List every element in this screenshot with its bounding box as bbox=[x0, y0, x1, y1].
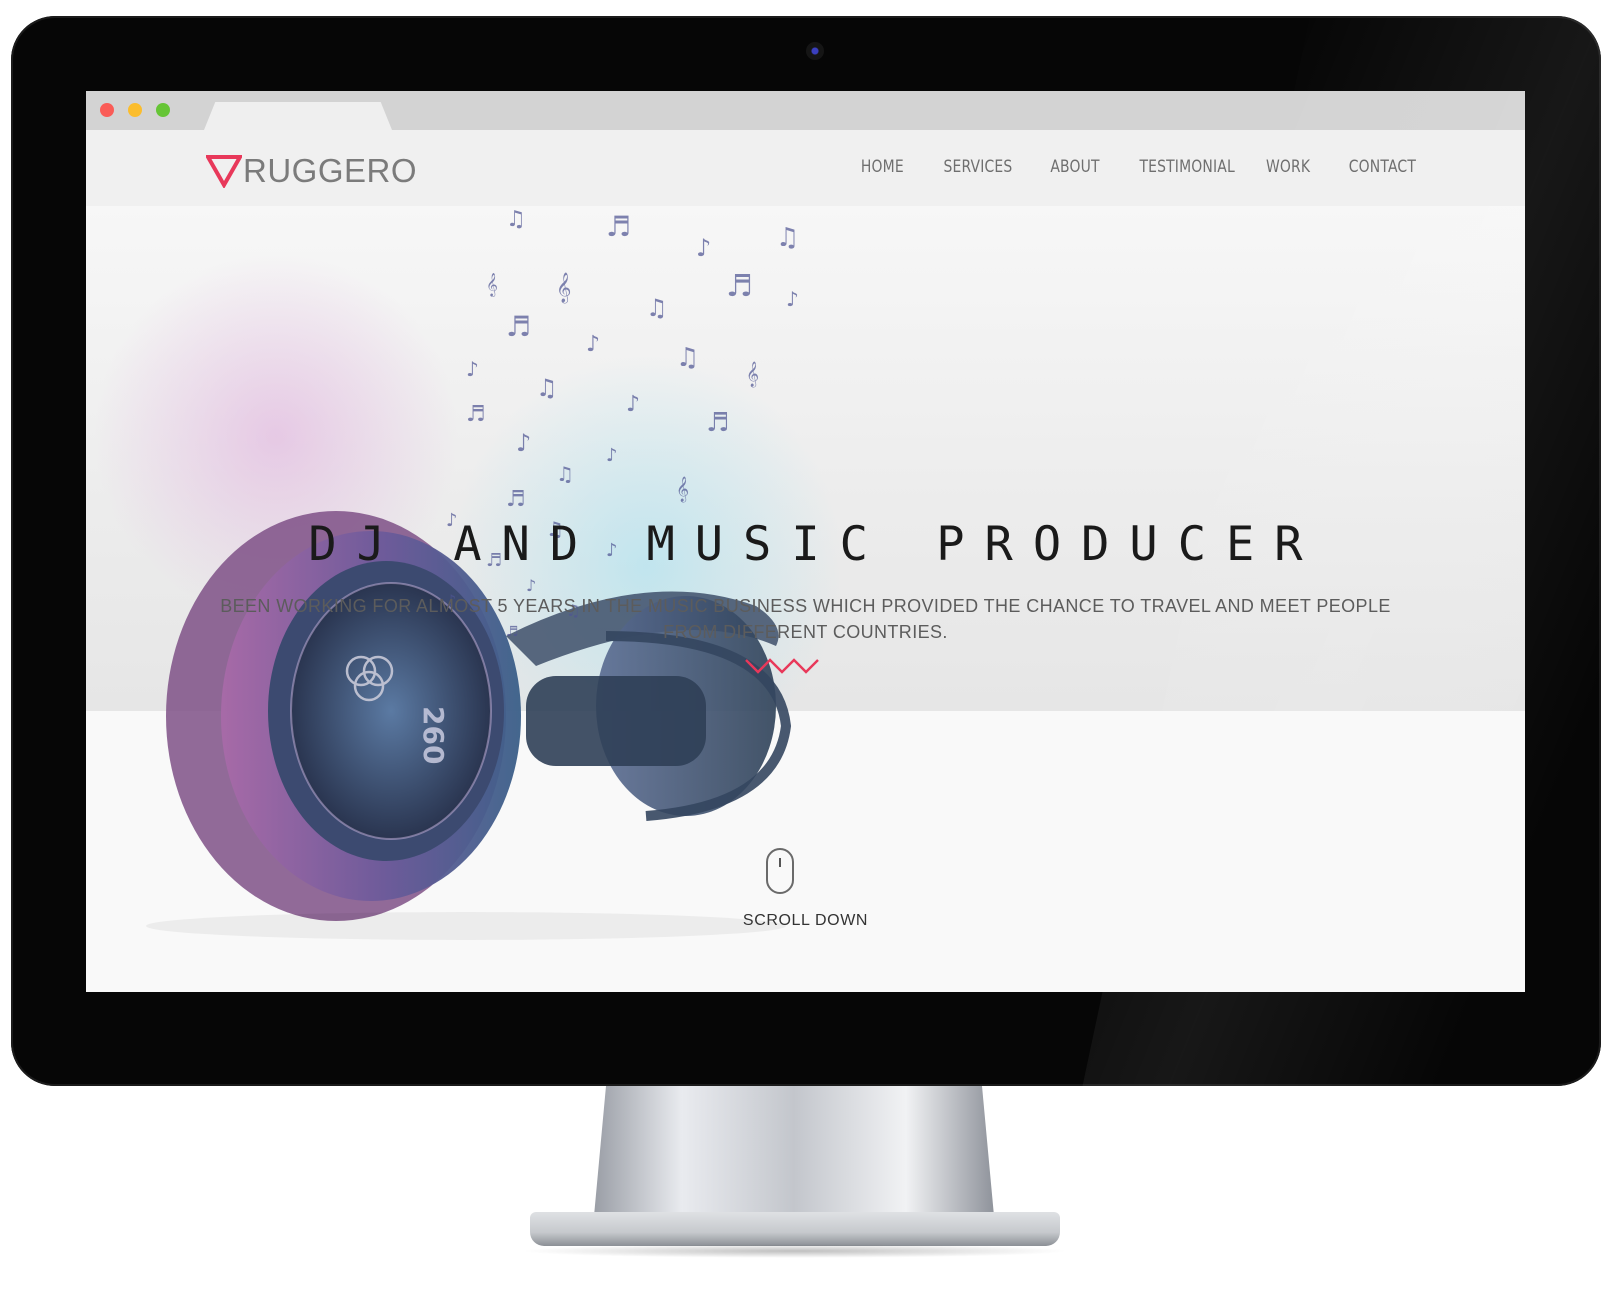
top-navbar: RUGGERO HOME SERVICES ABOUT TESTIMONIAL … bbox=[86, 130, 1525, 206]
svg-text:♫: ♫ bbox=[506, 207, 526, 232]
screen: 260 ♫ ♬ ♪ ♫ ♬ 𝄞 𝄞 ♫ ♪ ♬ ♪ ♫ 𝄞 ♪ ♫ ♪ ♬ ♬ … bbox=[86, 91, 1525, 992]
browser-chrome bbox=[86, 91, 1525, 130]
maximize-window-button[interactable] bbox=[156, 103, 170, 117]
svg-text:𝄞: 𝄞 bbox=[556, 272, 571, 304]
svg-text:♫: ♫ bbox=[556, 462, 574, 486]
monitor-stand bbox=[594, 1086, 994, 1216]
svg-text:♪: ♪ bbox=[466, 357, 479, 381]
zigzag-icon bbox=[745, 658, 819, 674]
nav-testimonial[interactable]: TESTIMONIAL bbox=[1139, 157, 1234, 177]
brand-logo[interactable]: RUGGERO bbox=[206, 152, 417, 190]
svg-text:𝄞: 𝄞 bbox=[486, 272, 498, 297]
svg-text:𝄞: 𝄞 bbox=[746, 361, 759, 387]
website: 260 ♫ ♬ ♪ ♫ ♬ 𝄞 𝄞 ♫ ♪ ♬ ♪ ♫ 𝄞 ♪ ♫ ♪ ♬ ♬ … bbox=[86, 130, 1525, 992]
svg-text:♬: ♬ bbox=[606, 210, 631, 243]
nav-contact[interactable]: CONTACT bbox=[1349, 157, 1416, 177]
nav-services[interactable]: SERVICES bbox=[943, 157, 1012, 177]
headphone-model-label: 260 bbox=[417, 706, 450, 764]
svg-text:♬: ♬ bbox=[506, 310, 531, 343]
svg-text:♪: ♪ bbox=[516, 429, 531, 457]
svg-text:♪: ♪ bbox=[786, 287, 799, 311]
svg-text:♬: ♬ bbox=[726, 269, 753, 304]
svg-text:♫: ♫ bbox=[676, 343, 699, 373]
nav-home[interactable]: HOME bbox=[861, 157, 904, 177]
brand-name: RUGGERO bbox=[243, 152, 418, 189]
monitor-bezel: 260 ♫ ♬ ♪ ♫ ♬ 𝄞 𝄞 ♫ ♪ ♬ ♪ ♫ 𝄞 ♪ ♫ ♪ ♬ ♬ … bbox=[11, 16, 1601, 1086]
close-window-button[interactable] bbox=[100, 103, 114, 117]
svg-text:♪: ♪ bbox=[586, 332, 600, 357]
browser-tab[interactable] bbox=[204, 102, 392, 130]
svg-text:♬: ♬ bbox=[506, 487, 526, 512]
svg-text:♬: ♬ bbox=[466, 402, 486, 427]
monitor-stand-base bbox=[530, 1212, 1060, 1246]
svg-text:♫: ♫ bbox=[776, 223, 799, 253]
triangle-down-logo-icon bbox=[206, 155, 242, 188]
nav-about[interactable]: ABOUT bbox=[1050, 157, 1099, 177]
svg-text:♪: ♪ bbox=[696, 234, 711, 262]
hero-subtitle: BEEN WORKING FOR ALMOST 5 YEARS IN THE M… bbox=[220, 596, 1391, 642]
stand-shadow bbox=[520, 1244, 1070, 1258]
mouse-icon[interactable] bbox=[766, 848, 794, 894]
svg-text:♪: ♪ bbox=[626, 392, 640, 417]
hero-title: DJ AND MUSIC PRODUCER bbox=[308, 517, 1323, 572]
svg-text:♪: ♪ bbox=[606, 445, 618, 466]
svg-text:♫: ♫ bbox=[536, 374, 558, 402]
main-nav: HOME SERVICES ABOUT TESTIMONIAL WORK CON… bbox=[857, 157, 1416, 177]
svg-text:♬: ♬ bbox=[706, 408, 729, 438]
scroll-down-link[interactable]: SCROLL DOWN bbox=[86, 912, 1525, 930]
nav-work[interactable]: WORK bbox=[1266, 157, 1310, 177]
svg-text:𝄞: 𝄞 bbox=[676, 476, 689, 502]
minimize-window-button[interactable] bbox=[128, 103, 142, 117]
svg-text:♫: ♫ bbox=[646, 294, 668, 322]
camera-icon bbox=[806, 42, 824, 60]
